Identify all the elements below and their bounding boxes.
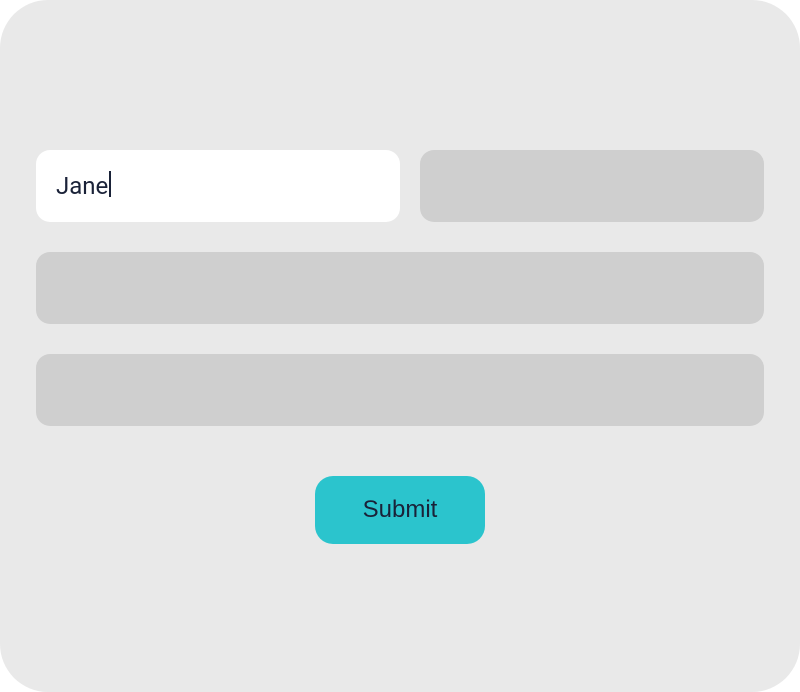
first-name-value: Jane — [56, 172, 108, 200]
last-name-input[interactable] — [420, 150, 764, 222]
password-input[interactable] — [36, 354, 764, 426]
submit-button-label: Submit — [363, 496, 438, 523]
submit-wrap: Submit — [36, 476, 764, 544]
form-card: Jane Submit — [0, 0, 800, 692]
name-row: Jane — [36, 150, 764, 222]
first-name-input[interactable]: Jane — [36, 150, 400, 222]
email-input[interactable] — [36, 252, 764, 324]
submit-button[interactable]: Submit — [315, 476, 486, 544]
text-cursor — [109, 171, 111, 197]
